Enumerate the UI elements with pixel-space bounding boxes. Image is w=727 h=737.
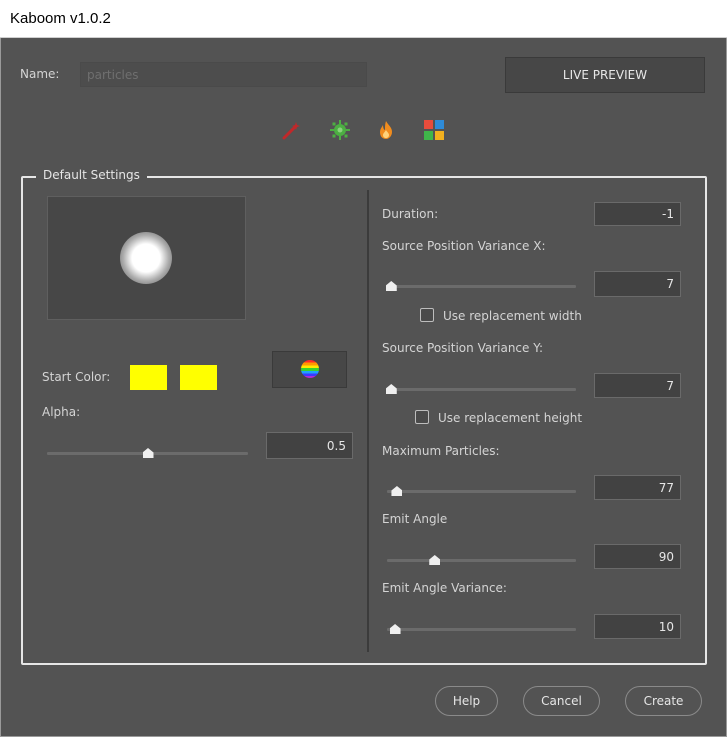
start-color-swatch[interactable] [130,365,167,390]
source-position-variance-y-slider[interactable] [385,382,576,396]
use-replacement-height-checkbox[interactable] [415,410,429,424]
default-settings-legend: Default Settings [36,167,147,183]
slider-thumb[interactable] [429,555,441,565]
name-input[interactable] [80,62,367,87]
emit-angle-label: Emit Angle [382,512,448,526]
particle-preview [47,196,246,320]
column-divider [367,190,369,652]
use-replacement-height-label: Use replacement height [438,411,583,425]
emit-angle-variance-input[interactable] [594,614,681,639]
duration-label: Duration: [382,207,439,221]
rainbow-icon [301,360,319,378]
cancel-button[interactable]: Cancel [523,686,600,716]
slider-thumb[interactable] [389,624,401,634]
color-grid-icon[interactable] [423,119,445,141]
alpha-label: Alpha: [42,405,81,419]
duration-input[interactable] [594,202,681,226]
color-picker-button[interactable] [272,351,347,388]
create-button[interactable]: Create [625,686,702,716]
alpha-slider-thumb[interactable] [142,448,154,458]
slider-thumb[interactable] [391,486,403,496]
source-position-variance-x-slider[interactable] [385,279,576,293]
window-title: Kaboom v1.0.2 [0,0,727,38]
live-preview-button[interactable]: LIVE PREVIEW [505,57,705,93]
alpha-input[interactable] [266,432,353,459]
start-color-label: Start Color: [42,370,111,384]
source-position-variance-x-label: Source Position Variance X: [382,239,546,253]
sun-gear-icon[interactable] [329,119,351,141]
maximum-particles-label: Maximum Particles: [382,444,500,458]
help-button[interactable]: Help [435,686,498,716]
maximum-particles-slider[interactable] [387,484,576,498]
particle-sprite [120,232,172,284]
slider-thumb[interactable] [385,384,397,394]
slider-thumb[interactable] [385,281,397,291]
start-color-variance-swatch[interactable] [180,365,217,390]
name-label: Name: [20,67,60,81]
maximum-particles-input[interactable] [594,475,681,500]
window-frame-left [0,38,1,737]
source-position-variance-x-input[interactable] [594,271,681,297]
use-replacement-width-label: Use replacement width [443,309,582,323]
source-position-variance-y-label: Source Position Variance Y: [382,341,543,355]
emit-angle-variance-slider[interactable] [387,622,576,636]
emit-angle-slider[interactable] [387,553,576,567]
emit-angle-variance-label: Emit Angle Variance: [382,581,507,595]
alpha-slider[interactable] [47,446,248,460]
magic-wand-icon[interactable] [281,119,303,141]
emit-angle-input[interactable] [594,544,681,569]
fire-icon[interactable] [375,119,397,141]
source-position-variance-y-input[interactable] [594,373,681,398]
use-replacement-width-checkbox[interactable] [420,308,434,322]
